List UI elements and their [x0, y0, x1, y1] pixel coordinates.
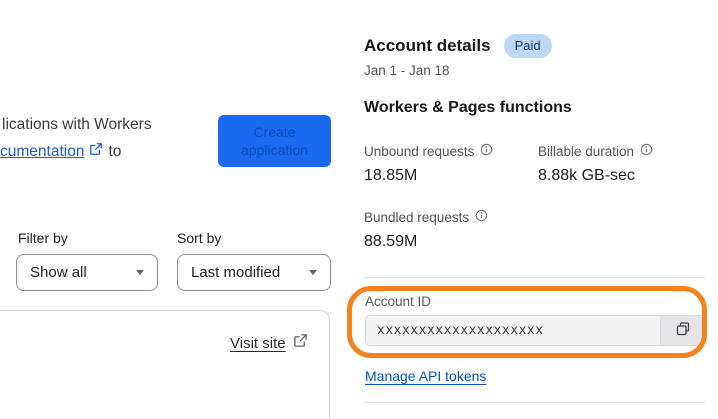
filter-select[interactable]: Show all: [16, 254, 158, 291]
intro-text-after-link: to: [108, 142, 122, 160]
intro-text-line2: cumentation to: [0, 142, 121, 161]
divider: [364, 277, 706, 278]
visit-site-row: Visit site: [230, 333, 308, 353]
stat-value: 8.88k GB-sec: [538, 167, 635, 184]
divider: [364, 402, 706, 403]
account-details-title: Account details: [364, 36, 491, 55]
account-id-label: Account ID: [365, 294, 432, 309]
stat-label: Unbound requests: [364, 143, 475, 159]
documentation-link[interactable]: cumentation: [0, 143, 84, 161]
sort-select-value: Last modified: [191, 264, 281, 281]
stat-label: Bundled requests: [364, 209, 470, 225]
copy-icon: [675, 321, 691, 340]
filter-select-value: Show all: [30, 264, 87, 281]
info-icon[interactable]: [640, 143, 653, 159]
info-icon[interactable]: [480, 143, 493, 159]
account-id-input[interactable]: [365, 315, 660, 346]
external-link-icon: [89, 142, 103, 161]
stat-label: Billable duration: [538, 143, 635, 159]
stat-value: 18.85M: [364, 167, 418, 184]
copy-button[interactable]: [660, 315, 706, 346]
stat-unbound-requests: Unbound requests 18.85M: [364, 143, 493, 185]
manage-api-tokens-link[interactable]: Manage API tokens: [365, 368, 486, 384]
project-card: [0, 310, 330, 419]
stat-billable-duration: Billable duration 8.88k GB-sec: [538, 143, 653, 185]
intro-text-line1: lications with Workers: [2, 116, 152, 133]
visit-site-link[interactable]: Visit site: [230, 335, 286, 352]
paid-badge: Paid: [503, 34, 552, 58]
chevron-down-icon: [136, 270, 144, 275]
section-title: Workers & Pages functions: [364, 99, 572, 116]
stat-bundled-requests: Bundled requests 88.59M: [364, 209, 488, 251]
date-range: Jan 1 - Jan 18: [364, 63, 450, 78]
filter-by-label: Filter by: [18, 230, 68, 246]
sort-by-label: Sort by: [177, 230, 222, 246]
info-icon[interactable]: [475, 209, 488, 225]
stat-value: 88.59M: [364, 233, 418, 250]
external-link-icon: [293, 333, 308, 353]
create-application-button[interactable]: Create application: [218, 115, 331, 167]
cloudflare-workers-overview: lications with Workers cumentation to Cr…: [0, 0, 718, 419]
chevron-down-icon: [309, 270, 317, 275]
account-details-header: Account details Paid: [364, 34, 552, 58]
sort-select[interactable]: Last modified: [177, 254, 331, 291]
account-id-field: [365, 315, 706, 346]
